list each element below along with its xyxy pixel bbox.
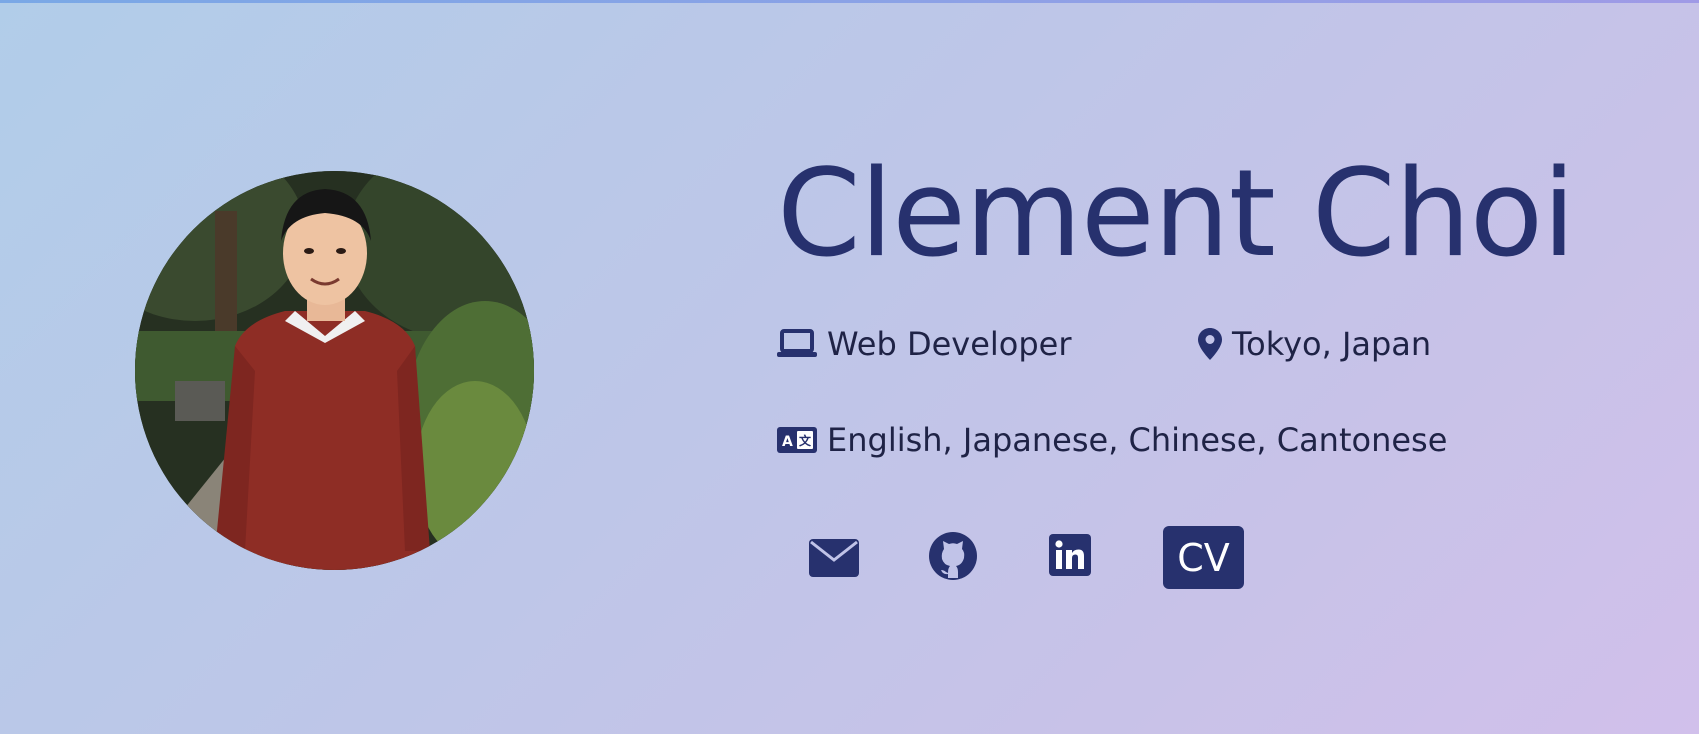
linkedin-link[interactable] [1047, 532, 1093, 578]
github-link[interactable] [929, 532, 977, 580]
map-pin-icon [1198, 328, 1222, 360]
languages-text: English, Japanese, Chinese, Cantonese [827, 421, 1448, 459]
location-row: Tokyo, Japan [1198, 325, 1431, 363]
laptop-icon [777, 329, 817, 359]
envelope-icon [809, 539, 859, 577]
job-title-row: Web Developer [777, 325, 1072, 363]
top-accent-bar [0, 0, 1699, 3]
job-title: Web Developer [827, 325, 1072, 363]
email-link[interactable] [809, 535, 859, 581]
svg-text:A: A [782, 434, 793, 450]
profile-photo [135, 171, 534, 570]
languages-row: A 文 English, Japanese, Chinese, Cantones… [777, 421, 1447, 459]
location-text: Tokyo, Japan [1232, 325, 1432, 363]
svg-text:文: 文 [799, 433, 812, 448]
cv-button[interactable]: CV [1163, 526, 1244, 589]
page-title: Clement Choi [777, 145, 1576, 284]
linkedin-icon [1049, 534, 1091, 576]
language-icon: A 文 [777, 427, 817, 453]
github-icon [929, 532, 977, 580]
